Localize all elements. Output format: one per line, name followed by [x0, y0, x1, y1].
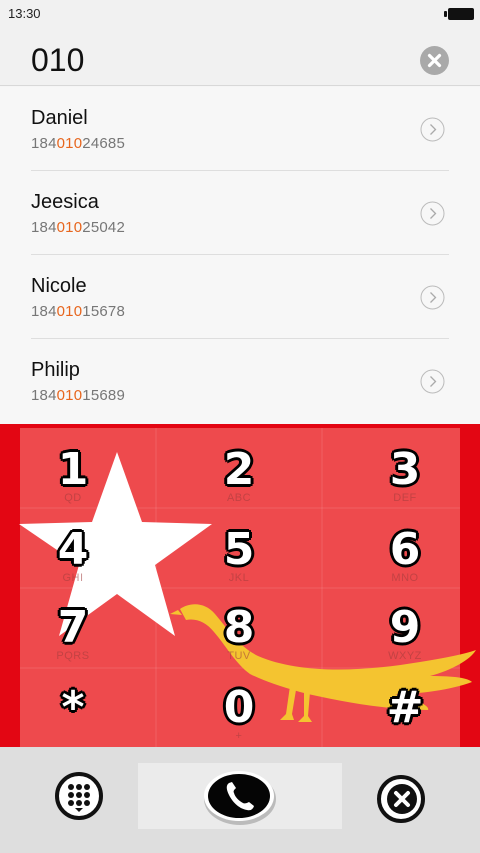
number-match: 010	[56, 135, 83, 152]
contact-item[interactable]: Daniel 18401024685	[0, 87, 480, 171]
dialed-number-bar: 010	[0, 28, 480, 86]
key-5[interactable]: 5 JKL	[166, 510, 312, 588]
key-9[interactable]: 9 WXYZ	[332, 588, 478, 666]
contact-item[interactable]: Jeesica 18401025042	[0, 171, 480, 255]
chevron-right-icon[interactable]	[420, 117, 445, 142]
dialpad-icon[interactable]	[54, 771, 104, 821]
number-match: 010	[56, 387, 83, 404]
backspace-icon[interactable]	[376, 774, 426, 824]
chevron-right-icon[interactable]	[420, 369, 445, 394]
phone-icon	[204, 771, 276, 825]
contact-number: 18401015689	[31, 387, 125, 404]
status-bar: 13:30	[0, 0, 480, 28]
contact-results-list: Daniel 18401024685 Jeesica 18401025042 N…	[0, 87, 480, 424]
contact-number: 18401025042	[31, 219, 125, 236]
number-match: 010	[56, 303, 83, 320]
key-8[interactable]: 8 TUV	[166, 588, 312, 666]
contact-item[interactable]: Nicole 18401015678	[0, 255, 480, 339]
key-7[interactable]: 7 PQRS	[0, 588, 146, 666]
key-4[interactable]: 4 GHI	[0, 510, 146, 588]
contact-name: Jeesica	[31, 191, 99, 213]
battery-icon	[444, 8, 474, 20]
contact-number: 18401024685	[31, 135, 125, 152]
key-hash[interactable]: #	[332, 668, 478, 746]
call-button[interactable]	[138, 763, 342, 829]
number-match: 010	[56, 219, 83, 236]
bottom-action-bar	[0, 747, 480, 853]
key-1[interactable]: 1 QD	[0, 430, 146, 508]
clear-button[interactable]	[420, 46, 449, 75]
dial-keypad: 1 QD 2 ABC 3 DEF 4 GHI 5 JKL 6 MNO 7 PQR…	[0, 424, 480, 747]
contact-name: Philip	[31, 359, 80, 381]
chevron-right-icon[interactable]	[420, 285, 445, 310]
close-icon	[427, 53, 442, 68]
contact-name: Daniel	[31, 107, 88, 129]
contact-item[interactable]: Philip 18401015689	[0, 339, 480, 423]
key-2[interactable]: 2 ABC	[166, 430, 312, 508]
contact-name: Nicole	[31, 275, 87, 297]
dialed-number[interactable]: 010	[31, 42, 84, 79]
key-6[interactable]: 6 MNO	[332, 510, 478, 588]
status-time: 13:30	[8, 6, 41, 21]
contact-number: 18401015678	[31, 303, 125, 320]
chevron-right-icon[interactable]	[420, 201, 445, 226]
key-0[interactable]: 0 +	[166, 668, 312, 746]
key-3[interactable]: 3 DEF	[332, 430, 478, 508]
key-star[interactable]: *	[0, 668, 146, 746]
